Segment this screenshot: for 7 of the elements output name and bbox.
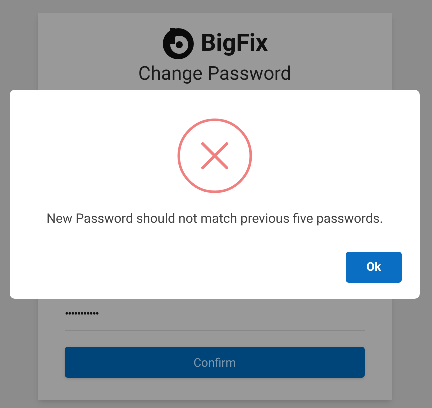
confirm-button[interactable]: Confirm — [65, 347, 365, 378]
page-title: Change Password — [138, 64, 292, 84]
logo-text: BigFix — [200, 31, 268, 55]
error-icon — [177, 118, 253, 194]
ok-button[interactable]: Ok — [346, 252, 402, 282]
error-message: New Password should not match previous five passwords. — [46, 211, 384, 229]
logo-icon — [162, 26, 195, 60]
